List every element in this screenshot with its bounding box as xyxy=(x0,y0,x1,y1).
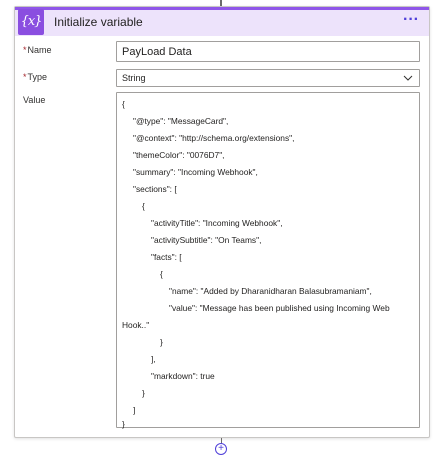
code-line: "activitySubtitle": "On Teams", xyxy=(151,235,262,245)
name-label-text: Name xyxy=(27,45,52,55)
code-line: "name": "Added by Dharanidharan Balasubr… xyxy=(169,286,372,296)
type-label: *Type xyxy=(23,72,47,82)
action-title[interactable]: Initialize variable xyxy=(54,15,399,29)
name-input-value: PayLoad Data xyxy=(122,45,192,58)
code-line: } xyxy=(160,337,163,347)
add-step-icon[interactable]: + xyxy=(215,443,227,455)
code-line: } xyxy=(142,388,145,398)
type-dropdown[interactable]: String xyxy=(116,69,420,87)
name-label: *Name xyxy=(23,45,52,55)
name-input[interactable]: PayLoad Data xyxy=(116,41,420,62)
value-textarea[interactable]: { "@type": "MessageCard", "@context": "h… xyxy=(116,92,420,429)
code-line: { xyxy=(122,99,125,109)
code-line: "value": "Message has been published usi… xyxy=(169,303,390,313)
code-line: "facts": [ xyxy=(151,252,182,262)
code-line: "@context": "http://schema.org/extension… xyxy=(133,133,295,143)
code-line: "@type": "MessageCard", xyxy=(133,116,229,126)
code-line: } xyxy=(122,419,125,429)
chevron-down-icon[interactable] xyxy=(403,73,413,83)
code-line: ] xyxy=(133,405,136,415)
initialize-variable-card: {x} Initialize variable ··· *Name PayLoa… xyxy=(14,6,430,438)
required-marker: * xyxy=(23,45,27,55)
code-line: Hook.." xyxy=(122,320,150,330)
value-label-text: Value xyxy=(23,95,46,105)
variable-icon: {x} xyxy=(18,8,44,35)
more-options-icon[interactable]: ··· xyxy=(399,11,423,29)
code-line: "themeColor": "0076D7", xyxy=(133,150,225,160)
code-line: "sections": [ xyxy=(133,184,177,194)
required-marker: * xyxy=(23,72,27,82)
type-label-text: Type xyxy=(27,72,48,82)
code-line: "summary": "Incoming Webhook", xyxy=(133,167,258,177)
code-line: "activityTitle": "Incoming Webhook", xyxy=(151,218,283,228)
code-line: { xyxy=(160,269,163,279)
value-label: Value xyxy=(23,95,45,105)
code-line: "markdown": true xyxy=(151,371,215,381)
code-line: { xyxy=(142,201,145,211)
card-header[interactable]: {x} Initialize variable ··· xyxy=(15,7,429,36)
code-line: ], xyxy=(151,354,156,364)
type-dropdown-value: String xyxy=(122,73,146,83)
